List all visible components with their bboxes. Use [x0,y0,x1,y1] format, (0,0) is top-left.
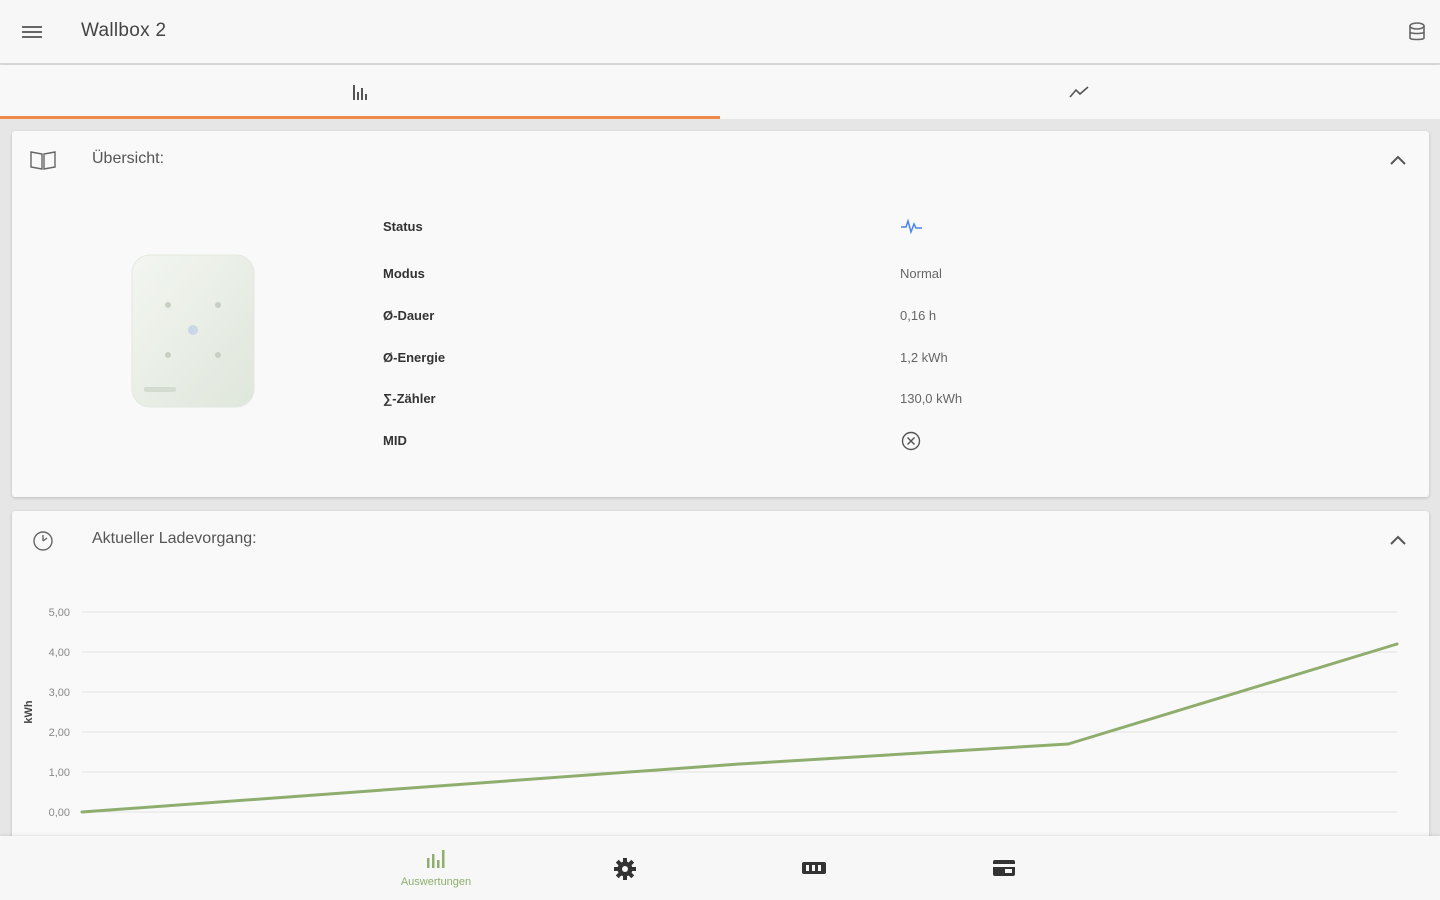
nav-settings[interactable] [575,836,675,900]
nav-statistics[interactable]: Auswertungen [386,836,486,900]
y-tick-label: 2,00 [49,727,70,739]
charging-title: Aktueller Ladevorgang: [92,530,257,547]
y-tick-label: 0,00 [49,807,70,819]
bar-chart-icon [427,850,445,868]
app-bar: Wallbox 2 [0,0,1440,64]
nav-overview[interactable] [764,836,864,900]
bar-chart-icon [353,85,367,100]
series-line [81,642,1398,814]
wallbox-image [130,253,256,409]
card-icon [993,860,1015,876]
tab-bar [0,65,1440,119]
line-chart-icon [1069,86,1089,98]
y-tick-label: 5,00 [49,607,70,619]
tab-indicator [0,116,720,119]
status-label: Status [383,219,423,234]
bottom-nav: Auswertungen [0,836,1440,900]
database-icon[interactable] [1406,21,1428,43]
book-icon [28,147,58,173]
timer-icon [28,527,58,553]
y-tick-label: 4,00 [49,647,70,659]
tab-statistics[interactable] [0,65,720,119]
data-point [1395,642,1399,646]
overview-card: Übersicht: Status Modus Normal Ø-Dauer 0… [12,131,1429,497]
mid-label: MID [383,433,407,448]
data-point [80,810,84,814]
mode-value: Normal [900,266,942,281]
y-axis-label: kWh [23,700,35,724]
gear-icon [614,858,636,880]
overview-title: Übersicht: [92,150,165,167]
collapse-charging-button[interactable] [1385,527,1411,553]
tab-history[interactable] [720,65,1440,119]
mode-label: Modus [383,266,425,281]
pulse-icon [900,217,924,238]
avg-duration-label: Ø-Dauer [383,308,435,323]
data-point [409,786,413,790]
data-point [1066,742,1070,746]
avg-energy-label: Ø-Energie [383,350,446,365]
close-circle-icon [900,430,922,455]
counter-label: ∑-Zähler [383,391,436,406]
data-point [738,762,741,766]
y-tick-label: 3,00 [49,687,70,699]
avg-energy-value: 1,2 kWh [900,350,948,365]
charging-card: Aktueller Ladevorgang: 5,00 4,00 3,00 2,00 1… [12,511,1429,841]
nav-card[interactable] [954,836,1054,900]
collapse-overview-button[interactable] [1385,147,1411,173]
y-tick-label: 1,00 [49,767,70,779]
overview-icon [802,862,826,874]
menu-icon[interactable] [20,22,44,42]
page-title: Wallbox 2 [81,20,167,41]
nav-statistics-label: Auswertungen [400,876,472,888]
counter-value: 130,0 kWh [900,391,963,406]
avg-duration-value: 0,16 h [900,308,937,323]
energy-chart: 5,00 4,00 3,00 2,00 1,00 0,00 kWh [12,581,1429,841]
